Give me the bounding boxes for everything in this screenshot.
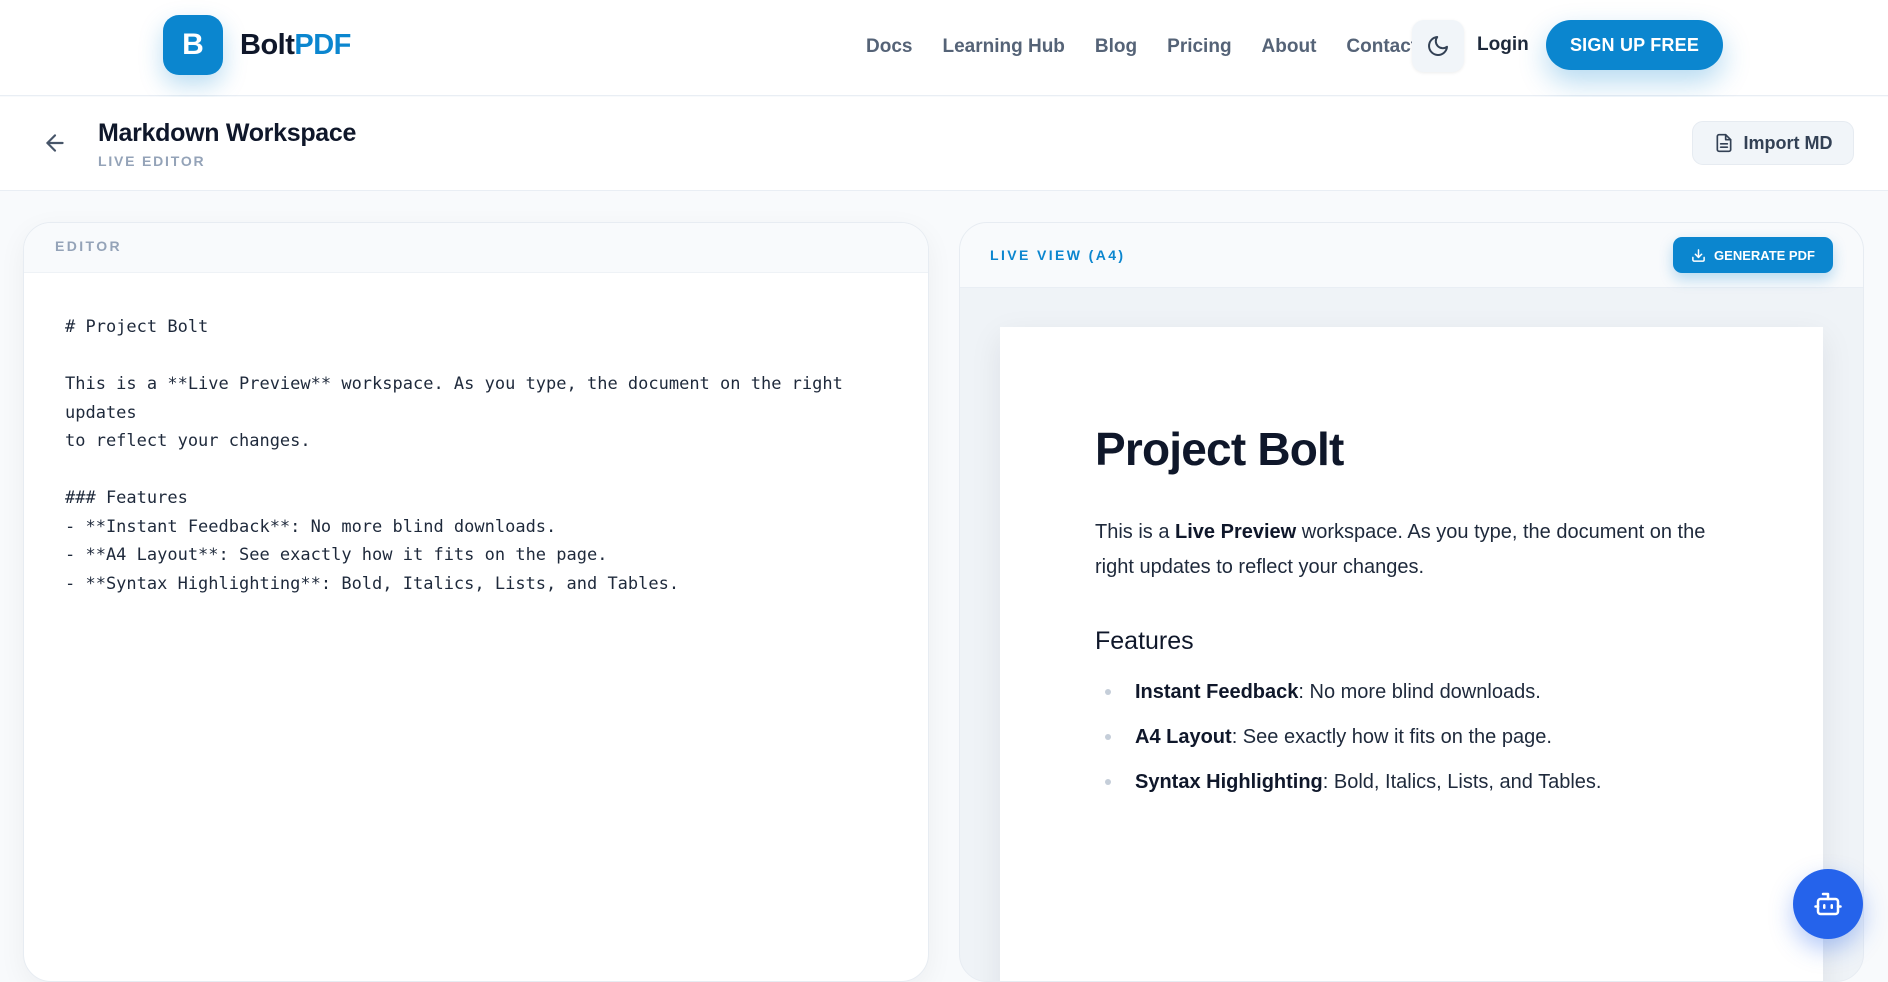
editor-panel-header bbox=[24, 223, 928, 273]
brand-logo[interactable]: B BoltPDF bbox=[163, 15, 351, 75]
page-subtitle: LIVE EDITOR bbox=[98, 153, 206, 169]
list-item-bold: Instant Feedback bbox=[1135, 681, 1299, 703]
doc-paragraph-bold: Live Preview bbox=[1175, 521, 1297, 543]
editor-label: EDITOR bbox=[55, 238, 123, 254]
generate-pdf-button[interactable]: GENERATE PDF bbox=[1673, 237, 1833, 273]
import-md-label: Import MD bbox=[1743, 132, 1833, 153]
doc-subheading: Features bbox=[1095, 627, 1194, 655]
nav-links: Docs Learning Hub Blog Pricing About Con… bbox=[866, 0, 1447, 94]
list-item-text: : No more blind downloads. bbox=[1298, 681, 1541, 703]
list-item: Instant Feedback: No more blind download… bbox=[1095, 679, 1601, 724]
back-arrow-icon[interactable] bbox=[42, 130, 68, 156]
preview-label: LIVE VIEW (A4) bbox=[990, 247, 1126, 263]
nav-about[interactable]: About bbox=[1262, 36, 1317, 58]
download-icon bbox=[1692, 248, 1705, 262]
brand-name: BoltPDF bbox=[240, 29, 351, 62]
preview-panel: LIVE VIEW (A4) GENERATE PDF Project Bolt… bbox=[959, 222, 1864, 982]
list-item: A4 Layout: See exactly how it fits on th… bbox=[1095, 724, 1601, 769]
logo-badge: B bbox=[163, 15, 223, 75]
nav-contact[interactable]: Contact bbox=[1346, 36, 1417, 58]
import-md-button[interactable]: Import MD bbox=[1692, 121, 1854, 165]
markdown-editor[interactable]: # Project Bolt This is a **Live Preview*… bbox=[65, 313, 905, 598]
signup-button[interactable]: SIGN UP FREE bbox=[1546, 20, 1723, 70]
brand-name-part1: Bolt bbox=[240, 28, 295, 61]
list-item: Syntax Highlighting: Bold, Italics, List… bbox=[1095, 769, 1601, 814]
list-item-text: : Bold, Italics, Lists, and Tables. bbox=[1322, 771, 1602, 793]
brand-name-part2: PDF bbox=[294, 28, 351, 61]
nav-pricing[interactable]: Pricing bbox=[1167, 36, 1231, 58]
theme-toggle-button[interactable] bbox=[1412, 20, 1464, 72]
file-icon bbox=[1716, 133, 1731, 153]
editor-panel: EDITOR # Project Bolt This is a **Live P… bbox=[23, 222, 929, 982]
doc-paragraph-text: This is a bbox=[1095, 521, 1176, 543]
workspace-header: Markdown Workspace LIVE EDITOR Import MD bbox=[0, 97, 1888, 191]
list-item-bold: Syntax Highlighting bbox=[1135, 771, 1323, 793]
a4-preview-page: Project Bolt This is a Live Preview work… bbox=[1000, 327, 1823, 981]
moon-icon bbox=[1428, 36, 1448, 56]
nav-learning-hub[interactable]: Learning Hub bbox=[942, 36, 1064, 58]
doc-feature-list: Instant Feedback: No more blind download… bbox=[1095, 679, 1601, 814]
preview-panel-header: LIVE VIEW (A4) GENERATE PDF bbox=[960, 223, 1863, 288]
nav-blog[interactable]: Blog bbox=[1095, 36, 1137, 58]
assistant-button[interactable] bbox=[1793, 869, 1863, 939]
list-item-bold: A4 Layout bbox=[1135, 726, 1232, 748]
doc-paragraph: This is a Live Preview workspace. As you… bbox=[1095, 515, 1715, 585]
top-navbar: B BoltPDF Docs Learning Hub Blog Pricing… bbox=[0, 0, 1888, 96]
page-title: Markdown Workspace bbox=[98, 119, 357, 147]
robot-icon bbox=[1814, 892, 1842, 916]
generate-pdf-label: GENERATE PDF bbox=[1714, 247, 1815, 263]
nav-docs[interactable]: Docs bbox=[866, 36, 912, 58]
login-link[interactable]: Login bbox=[1477, 34, 1529, 56]
doc-heading: Project Bolt bbox=[1095, 423, 1344, 475]
list-item-text: : See exactly how it fits on the page. bbox=[1231, 726, 1552, 748]
